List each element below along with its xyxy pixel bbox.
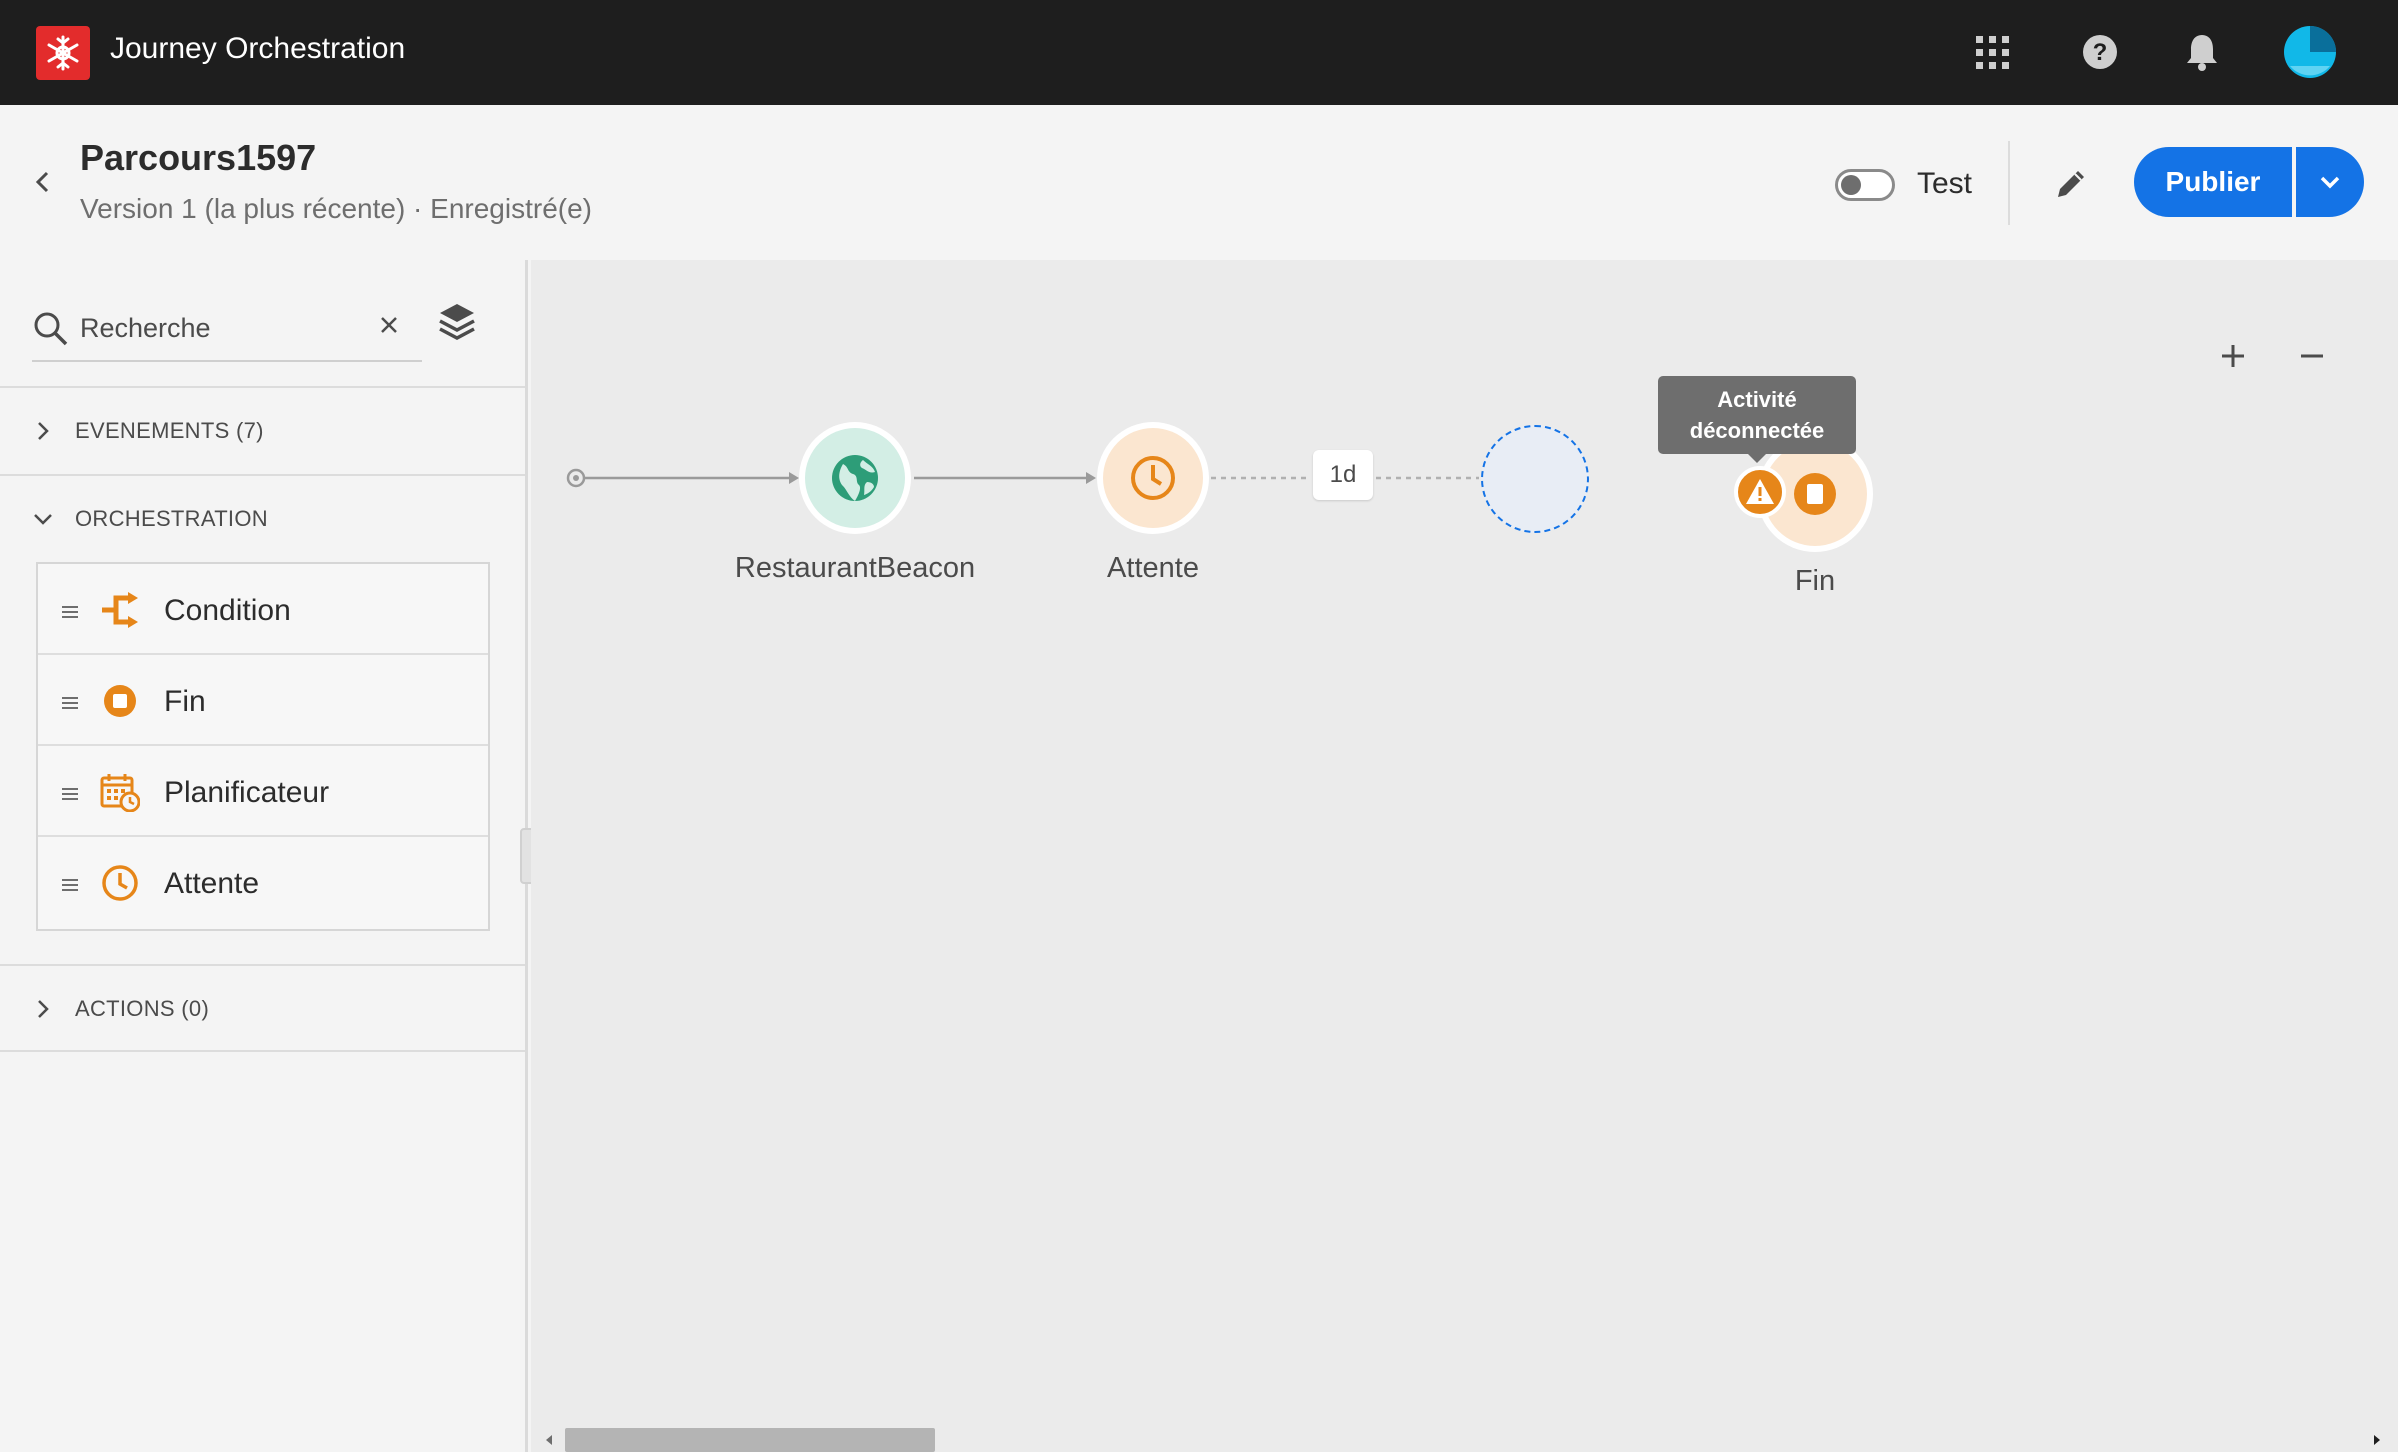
warning-icon[interactable] bbox=[1734, 466, 1786, 518]
chevron-right-icon bbox=[30, 996, 56, 1022]
palette-item-label: Planificateur bbox=[164, 776, 330, 809]
orchestration-activities-list: Condition Fin Planificateur Attente bbox=[36, 562, 490, 931]
section-actions[interactable]: ACTIONS (0) bbox=[0, 964, 525, 1052]
drag-handle-icon[interactable] bbox=[62, 606, 78, 618]
svg-text:?: ? bbox=[2093, 39, 2108, 66]
apps-grid-icon[interactable] bbox=[1962, 22, 2022, 82]
layers-icon[interactable] bbox=[436, 300, 478, 344]
drag-handle-icon[interactable] bbox=[62, 879, 78, 891]
end-icon bbox=[100, 681, 140, 721]
journey-version-status: Version 1 (la plus récente) · Enregistré… bbox=[80, 193, 592, 224]
node-label-restaurantbeacon: RestaurantBeacon bbox=[734, 552, 976, 584]
activity-palette-sidebar: EVENEMENTS (7) ORCHESTRATION Condition bbox=[0, 260, 528, 1452]
palette-item-wait[interactable]: Attente bbox=[38, 837, 488, 928]
section-label-actions: ACTIONS (0) bbox=[75, 996, 210, 1021]
scheduler-icon bbox=[100, 772, 141, 813]
publish-options-button[interactable] bbox=[2296, 147, 2364, 217]
palette-item-condition[interactable]: Condition bbox=[38, 564, 488, 655]
node-label-end: Fin bbox=[1794, 565, 1836, 597]
empty-drop-placeholder[interactable] bbox=[1481, 425, 1589, 533]
drag-handle-icon[interactable] bbox=[62, 788, 78, 800]
canvas-horizontal-scrollbar[interactable] bbox=[531, 1418, 2398, 1452]
toggle-knob bbox=[1841, 175, 1861, 195]
node-wait[interactable] bbox=[1097, 422, 1209, 534]
node-restaurantbeacon[interactable] bbox=[799, 422, 911, 534]
scroll-left-arrow-icon[interactable] bbox=[541, 1430, 557, 1450]
palette-item-label: Fin bbox=[164, 685, 206, 718]
search-box bbox=[32, 296, 422, 362]
palette-item-scheduler[interactable]: Planificateur bbox=[38, 746, 488, 837]
clock-icon bbox=[1131, 456, 1175, 500]
test-mode-toggle[interactable] bbox=[1835, 169, 1895, 201]
clear-search-icon[interactable] bbox=[372, 308, 406, 342]
globe-icon bbox=[832, 455, 878, 501]
avatar[interactable] bbox=[2280, 22, 2340, 82]
palette-item-label: Condition bbox=[164, 594, 291, 627]
app-title: Journey Orchestration bbox=[110, 32, 406, 65]
test-toggle-label: Test bbox=[1917, 167, 1973, 200]
section-label-events: EVENEMENTS (7) bbox=[75, 418, 264, 443]
header-divider bbox=[2008, 141, 2010, 225]
tooltip-line-1: Activité bbox=[1717, 387, 1797, 412]
scrollbar-thumb[interactable] bbox=[565, 1428, 935, 1452]
disconnected-activity-tooltip: Activité déconnectée bbox=[1658, 376, 1856, 454]
app-logo[interactable] bbox=[36, 26, 90, 80]
clock-icon bbox=[100, 863, 140, 903]
palette-item-label: Attente bbox=[164, 867, 260, 900]
section-events[interactable]: EVENEMENTS (7) bbox=[0, 386, 525, 474]
condition-icon bbox=[100, 590, 140, 630]
snowflake-logo-icon bbox=[47, 35, 79, 71]
chevron-down-icon bbox=[2320, 176, 2340, 189]
search-input[interactable] bbox=[80, 306, 370, 350]
edit-pencil-icon[interactable] bbox=[2050, 163, 2092, 205]
tooltip-pointer bbox=[1747, 453, 1767, 463]
help-icon[interactable]: ? bbox=[2070, 22, 2130, 82]
stop-icon bbox=[1794, 473, 1836, 515]
journey-title: Parcours1597 bbox=[80, 137, 317, 178]
chevron-right-icon bbox=[30, 418, 56, 444]
journey-header: Parcours1597 Version 1 (la plus récente)… bbox=[0, 105, 2398, 260]
node-label-wait: Attente bbox=[1107, 552, 1199, 584]
scroll-right-arrow-icon[interactable] bbox=[2369, 1430, 2385, 1450]
back-chevron-icon[interactable] bbox=[28, 167, 58, 197]
search-icon bbox=[32, 310, 70, 348]
drag-handle-icon[interactable] bbox=[62, 697, 78, 709]
bell-icon[interactable] bbox=[2172, 22, 2232, 82]
wait-duration-tag[interactable]: 1d bbox=[1313, 450, 1373, 500]
tooltip-line-2: déconnectée bbox=[1689, 418, 1825, 443]
section-label-orchestration: ORCHESTRATION bbox=[75, 506, 268, 531]
journey-canvas[interactable]: RestaurantBeacon Attente 1d Fin Activité… bbox=[531, 260, 2398, 1452]
palette-item-end[interactable]: Fin bbox=[38, 655, 488, 746]
top-bar: Journey Orchestration ? bbox=[0, 0, 2398, 105]
publish-button[interactable]: Publier bbox=[2134, 147, 2292, 217]
chevron-down-icon bbox=[30, 506, 56, 532]
